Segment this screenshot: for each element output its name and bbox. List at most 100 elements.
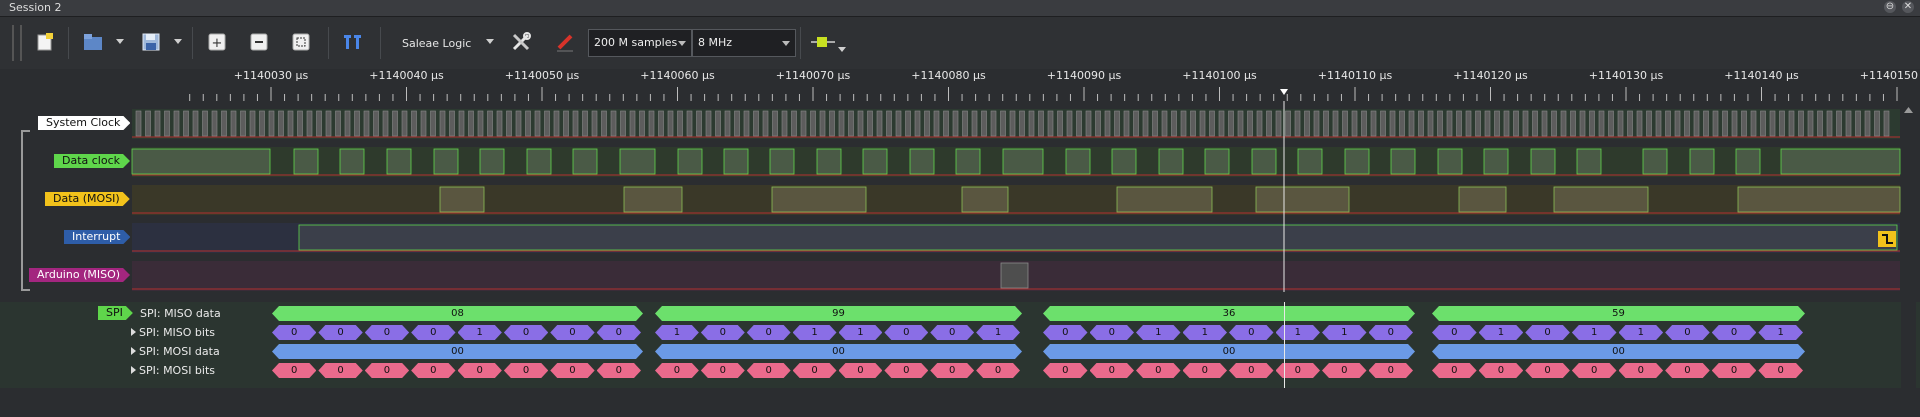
chevron-down-icon[interactable] xyxy=(838,47,846,52)
channel-label-interrupt[interactable]: Interrupt xyxy=(64,230,130,244)
analyzer-bit[interactable]: 0 xyxy=(655,363,699,378)
analyzer-bit[interactable]: 0 xyxy=(272,325,316,340)
analyzer-bit[interactable]: 0 xyxy=(747,363,791,378)
analyzer-bit[interactable]: 0 xyxy=(1369,363,1414,378)
open-icon[interactable] xyxy=(80,29,106,55)
time-ruler[interactable]: +1140030 µs +1140040 µs +1140050 µs +114006… xyxy=(132,69,1920,101)
settings-wrench-icon[interactable] xyxy=(508,29,534,55)
analyzer-bit[interactable]: 0 xyxy=(1712,325,1757,340)
analyzer-bit[interactable]: 1 xyxy=(1322,325,1367,340)
analyzer-bit[interactable]: 0 xyxy=(976,363,1020,378)
waveform-canvas[interactable] xyxy=(0,101,1920,292)
restore-icon[interactable]: ⊖ xyxy=(1884,1,1896,13)
analyzer-bit[interactable]: 0 xyxy=(1432,363,1477,378)
timing-marker-icon[interactable] xyxy=(340,29,366,55)
analyzer-bit[interactable]: 0 xyxy=(1525,363,1570,378)
chevron-down-icon[interactable] xyxy=(116,39,124,44)
zoom-fit-icon[interactable] xyxy=(288,29,314,55)
analyzer-bit[interactable]: 0 xyxy=(1619,363,1664,378)
analyzer-bit[interactable]: 0 xyxy=(411,363,455,378)
analyzer-byte[interactable]: 00 xyxy=(272,344,643,359)
horizontal-scrollbar[interactable] xyxy=(0,390,1920,417)
analyzer-bit[interactable]: 0 xyxy=(1758,363,1803,378)
trigger-pen-icon[interactable] xyxy=(552,29,578,55)
analyzer-bit[interactable]: 0 xyxy=(1183,363,1228,378)
analyzer-bit[interactable]: 1 xyxy=(1572,325,1617,340)
analyzer-bit[interactable]: 0 xyxy=(365,363,409,378)
analyzer-bit[interactable]: 0 xyxy=(272,363,316,378)
analyzer-bit[interactable]: 0 xyxy=(747,325,791,340)
close-icon[interactable]: ✕ xyxy=(1902,1,1914,13)
analyzer-byte[interactable]: 00 xyxy=(1432,344,1805,359)
analyzer-bit[interactable]: 0 xyxy=(930,325,974,340)
analyzer-byte[interactable]: 08 xyxy=(272,306,643,321)
analyzer-bit[interactable]: 0 xyxy=(1665,325,1710,340)
analyzer-bit[interactable]: 1 xyxy=(655,325,699,340)
analyzer-bit[interactable]: 1 xyxy=(1758,325,1803,340)
analyzer-row-label[interactable]: SPI: MISO data xyxy=(140,307,221,320)
toolbar-grip[interactable] xyxy=(12,25,22,61)
sample-rate-select[interactable]: 8 MHz xyxy=(692,29,796,57)
analyzer-bit[interactable]: 0 xyxy=(1229,363,1274,378)
chevron-down-icon[interactable] xyxy=(174,39,182,44)
save-icon[interactable] xyxy=(138,29,164,55)
channel-label-data-clock[interactable]: Data clock xyxy=(54,154,130,168)
channel-label-system-clock[interactable]: System Clock xyxy=(38,116,130,130)
scroll-up-icon[interactable] xyxy=(1901,101,1916,121)
expand-arrow-icon[interactable] xyxy=(131,366,136,374)
analyzer-bit[interactable]: 0 xyxy=(793,363,837,378)
samples-select[interactable]: 200 M samples xyxy=(588,29,692,57)
analyzer-byte[interactable]: 00 xyxy=(1043,344,1415,359)
analyzer-bit[interactable]: 1 xyxy=(1619,325,1664,340)
analyzer-bit[interactable]: 0 xyxy=(884,325,928,340)
analyzer-bit[interactable]: 0 xyxy=(597,363,641,378)
analyzer-bit[interactable]: 0 xyxy=(1369,325,1414,340)
analyzer-bit[interactable]: 0 xyxy=(597,325,641,340)
analyzer-bit[interactable]: 0 xyxy=(884,363,928,378)
analyzer-bit[interactable]: 0 xyxy=(504,325,548,340)
analyzer-bit[interactable]: 0 xyxy=(1090,325,1135,340)
analyzer-bit[interactable]: 0 xyxy=(1136,363,1181,378)
analyzer-bit[interactable]: 0 xyxy=(458,363,502,378)
analyzer-badge[interactable]: SPI xyxy=(98,306,133,320)
expand-arrow-icon[interactable] xyxy=(131,347,136,355)
zoom-out-icon[interactable] xyxy=(246,29,272,55)
analyzer-bit[interactable]: 0 xyxy=(1043,363,1088,378)
vertical-scrollbar[interactable] xyxy=(1901,101,1916,388)
analyzer-bit[interactable]: 1 xyxy=(1136,325,1181,340)
new-session-icon[interactable] xyxy=(32,29,58,55)
analyzer-byte[interactable]: 00 xyxy=(655,344,1022,359)
analyzer-bit[interactable]: 1 xyxy=(1276,325,1321,340)
analyzer-bit[interactable]: 0 xyxy=(1276,363,1321,378)
analyzer-bit[interactable]: 0 xyxy=(550,363,594,378)
analyzer-bit[interactable]: 0 xyxy=(411,325,455,340)
zoom-in-icon[interactable]: + xyxy=(204,29,230,55)
analyzer-bit[interactable]: 0 xyxy=(365,325,409,340)
analyzer-bit[interactable]: 0 xyxy=(550,325,594,340)
analyzer-bit[interactable]: 0 xyxy=(1043,325,1088,340)
analyzer-byte[interactable]: 59 xyxy=(1432,306,1805,321)
analyzer-row-label[interactable]: SPI: MOSI data xyxy=(131,345,220,358)
analyzer-bit[interactable]: 1 xyxy=(1479,325,1524,340)
analyzer-byte[interactable]: 36 xyxy=(1043,306,1415,321)
channel-area[interactable]: System Clock Data clock Data (MOSI) Interru… xyxy=(0,101,1920,292)
analyzer-byte[interactable]: 99 xyxy=(655,306,1022,321)
analyzer-bit[interactable]: 0 xyxy=(1712,363,1757,378)
expand-arrow-icon[interactable] xyxy=(131,328,136,336)
analyzer-bit[interactable]: 1 xyxy=(976,325,1020,340)
analyzer-bit[interactable]: 0 xyxy=(318,363,362,378)
analyzer-bit[interactable]: 0 xyxy=(1525,325,1570,340)
analyzer-bit[interactable]: 0 xyxy=(504,363,548,378)
analyzer-bit[interactable]: 0 xyxy=(1229,325,1274,340)
analyzer-bit[interactable]: 1 xyxy=(839,325,883,340)
analyzer-row-label[interactable]: SPI: MISO bits xyxy=(131,326,215,339)
analyzer-bit[interactable]: 0 xyxy=(701,325,745,340)
analyzer-bit[interactable]: 0 xyxy=(1090,363,1135,378)
analyzer-plug-icon[interactable] xyxy=(810,29,836,55)
analyzer-bit[interactable]: 1 xyxy=(1183,325,1228,340)
analyzer-bit[interactable]: 1 xyxy=(793,325,837,340)
analyzer-bit[interactable]: 0 xyxy=(1322,363,1367,378)
channel-label-arduino-miso[interactable]: Arduino (MISO) xyxy=(29,268,130,282)
analyzer-bit[interactable]: 0 xyxy=(1665,363,1710,378)
channel-label-data-mosi[interactable]: Data (MOSI) xyxy=(45,192,130,206)
